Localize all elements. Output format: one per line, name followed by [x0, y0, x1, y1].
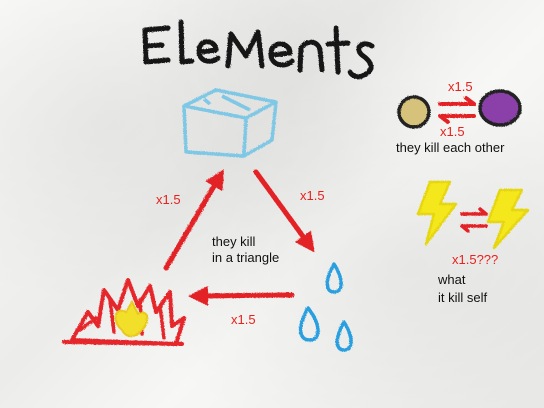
triangle-note-line1: they kill [212, 234, 256, 249]
exchange-arrows-icon-small [460, 207, 488, 233]
elements-diagram: x1.5 x1.5 x1.5 they kill in a triangle x… [0, 0, 544, 408]
label-ice-to-water-multiplier: x1.5 [300, 188, 325, 203]
title-lettering [142, 19, 375, 80]
exchange-arrows-icon [438, 96, 476, 124]
orbs-multiplier-top: x1.5 [448, 79, 473, 94]
fire-icon [62, 278, 186, 346]
lightning-group [416, 180, 530, 250]
ice-cube-icon [182, 88, 278, 158]
lightning-multiplier: x1.5??? [452, 252, 499, 267]
orbs-group [397, 89, 522, 129]
lightning-note-line2: it kill self [438, 290, 488, 305]
light-orb-icon [397, 95, 431, 129]
triangle-note-line2: in a triangle [212, 250, 280, 265]
lightning-note-line1: what [438, 272, 466, 287]
water-drops-icon [298, 262, 353, 352]
lightning-icon-right [486, 188, 530, 250]
lightning-icon [416, 180, 458, 246]
label-water-to-fire-multiplier: x1.5 [231, 312, 256, 327]
label-fire-to-ice-multiplier: x1.5 [156, 192, 181, 207]
arrow-ice-to-water [253, 169, 315, 253]
arrow-water-to-fire [188, 285, 295, 306]
dark-orb-icon [478, 89, 522, 127]
orbs-multiplier-bottom: x1.5 [440, 124, 465, 139]
orbs-note: they kill each other [396, 140, 505, 155]
diagram-art [62, 19, 530, 352]
